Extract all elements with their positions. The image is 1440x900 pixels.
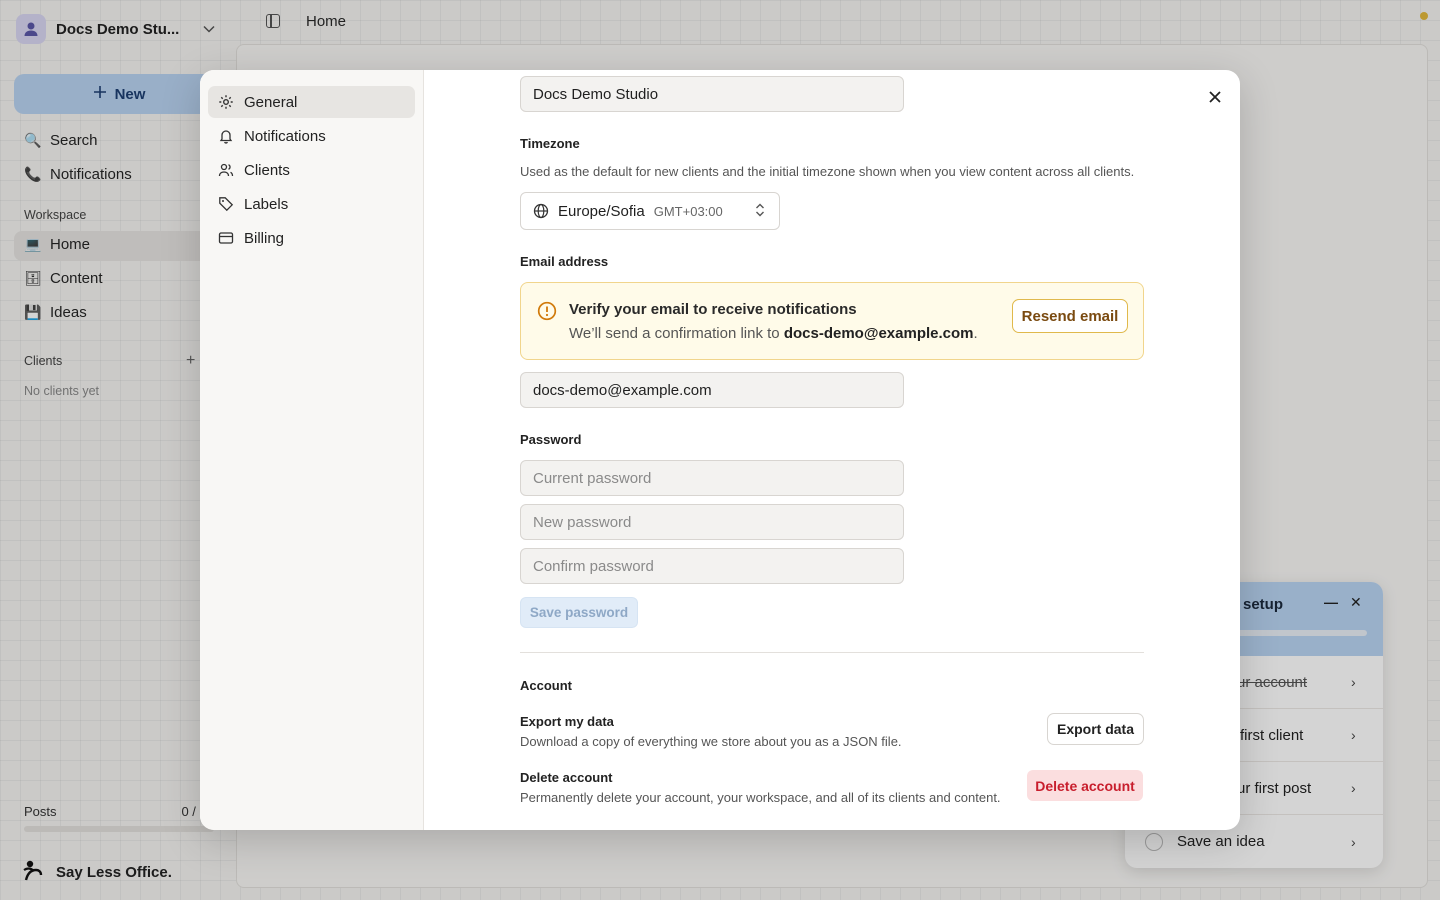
nav-label: Billing — [244, 229, 285, 247]
warning-icon — [537, 301, 557, 326]
confirm-password-field[interactable] — [520, 548, 904, 584]
alert-body-text: We’ll send a confirmation link to — [569, 325, 784, 342]
settings-nav-notifications[interactable]: Notifications — [208, 120, 415, 152]
globe-icon — [533, 203, 549, 219]
nav-label: Labels — [244, 195, 289, 213]
export-data-button[interactable]: Export data — [1047, 713, 1144, 745]
section-divider — [520, 652, 1144, 653]
timezone-select[interactable]: Europe/Sofia GMT+03:00 — [520, 192, 780, 230]
timezone-label: Timezone — [520, 136, 580, 151]
delete-description: Permanently delete your account, your wo… — [520, 790, 1001, 805]
password-label: Password — [520, 432, 582, 447]
gear-icon — [219, 95, 233, 109]
users-icon — [218, 163, 234, 177]
nav-label: Notifications — [244, 127, 326, 145]
timezone-offset: GMT+03:00 — [653, 203, 723, 219]
nav-label: General — [244, 93, 298, 111]
export-title: Export my data — [520, 714, 614, 729]
verify-email-alert: Verify your email to receive notificatio… — [520, 282, 1144, 360]
close-icon[interactable] — [1206, 88, 1224, 106]
nav-label: Clients — [244, 161, 290, 179]
new-password-field[interactable] — [520, 504, 904, 540]
settings-nav-general[interactable]: General — [208, 86, 415, 118]
account-heading: Account — [520, 678, 572, 693]
resend-email-button[interactable]: Resend email — [1012, 299, 1128, 333]
save-password-button[interactable]: Save password — [520, 597, 638, 628]
export-description: Download a copy of everything we store a… — [520, 734, 902, 749]
card-icon — [218, 232, 234, 244]
settings-nav-labels[interactable]: Labels — [208, 188, 415, 220]
settings-nav: General Notifications Clients Labels Bil… — [200, 70, 424, 830]
chevron-up-down-icon — [755, 202, 765, 223]
timezone-value: Europe/Sofia — [558, 202, 645, 220]
alert-title: Verify your email to receive notificatio… — [569, 301, 857, 318]
settings-nav-clients[interactable]: Clients — [208, 154, 415, 186]
settings-modal: General Notifications Clients Labels Bil… — [200, 70, 1240, 830]
email-label: Email address — [520, 254, 609, 269]
bell-icon — [219, 130, 233, 144]
alert-body: We’ll send a confirmation link to docs-d… — [569, 325, 978, 342]
timezone-description: Used as the default for new clients and … — [520, 164, 1135, 179]
workspace-name-field[interactable] — [520, 76, 904, 112]
delete-title: Delete account — [520, 770, 613, 785]
alert-email: docs-demo@example.com — [783, 325, 974, 342]
tag-icon — [219, 197, 234, 212]
settings-nav-billing[interactable]: Billing — [208, 222, 415, 254]
delete-account-button[interactable]: Delete account — [1027, 770, 1143, 801]
current-password-field[interactable] — [520, 460, 904, 496]
alert-body-suffix: . — [973, 325, 978, 342]
email-field[interactable] — [520, 372, 904, 408]
